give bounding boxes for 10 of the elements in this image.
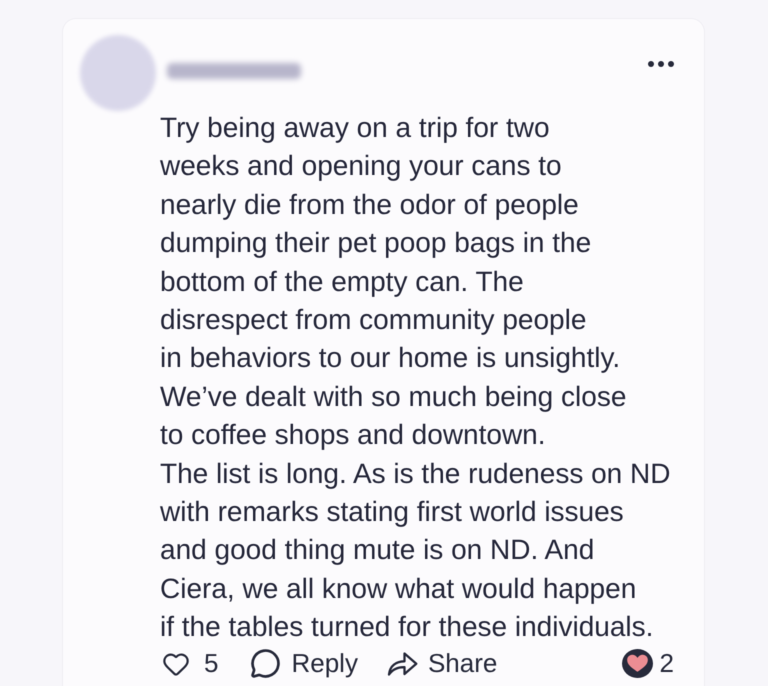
more-icon: [648, 61, 674, 67]
share-arrow-icon: [386, 650, 418, 677]
comment-text: Try being away on a trip for two weeks and opening your cans to nearly die from the odor of people dumping their pet poop bags in the bottom of the empty can. The disrespect from community people in behaviors to our home is unsightly. We’ve dealt with so much being close to coffee shops and downtown. The list is long. As is the rudeness on ND with remarks stating first world issues and good thing mute is on ND. And Ciera, we all know what would happen if the tables turned for these individuals.: [159, 111, 672, 644]
reply-button[interactable]: Reply: [250, 644, 358, 684]
speech-bubble-icon: [250, 648, 282, 680]
like-button[interactable]: 5: [162, 644, 218, 684]
heart-reaction-icon: [622, 649, 653, 678]
reactions-button[interactable]: 2: [622, 644, 674, 684]
more-options-button[interactable]: [648, 61, 674, 67]
share-button[interactable]: Share: [386, 644, 498, 684]
